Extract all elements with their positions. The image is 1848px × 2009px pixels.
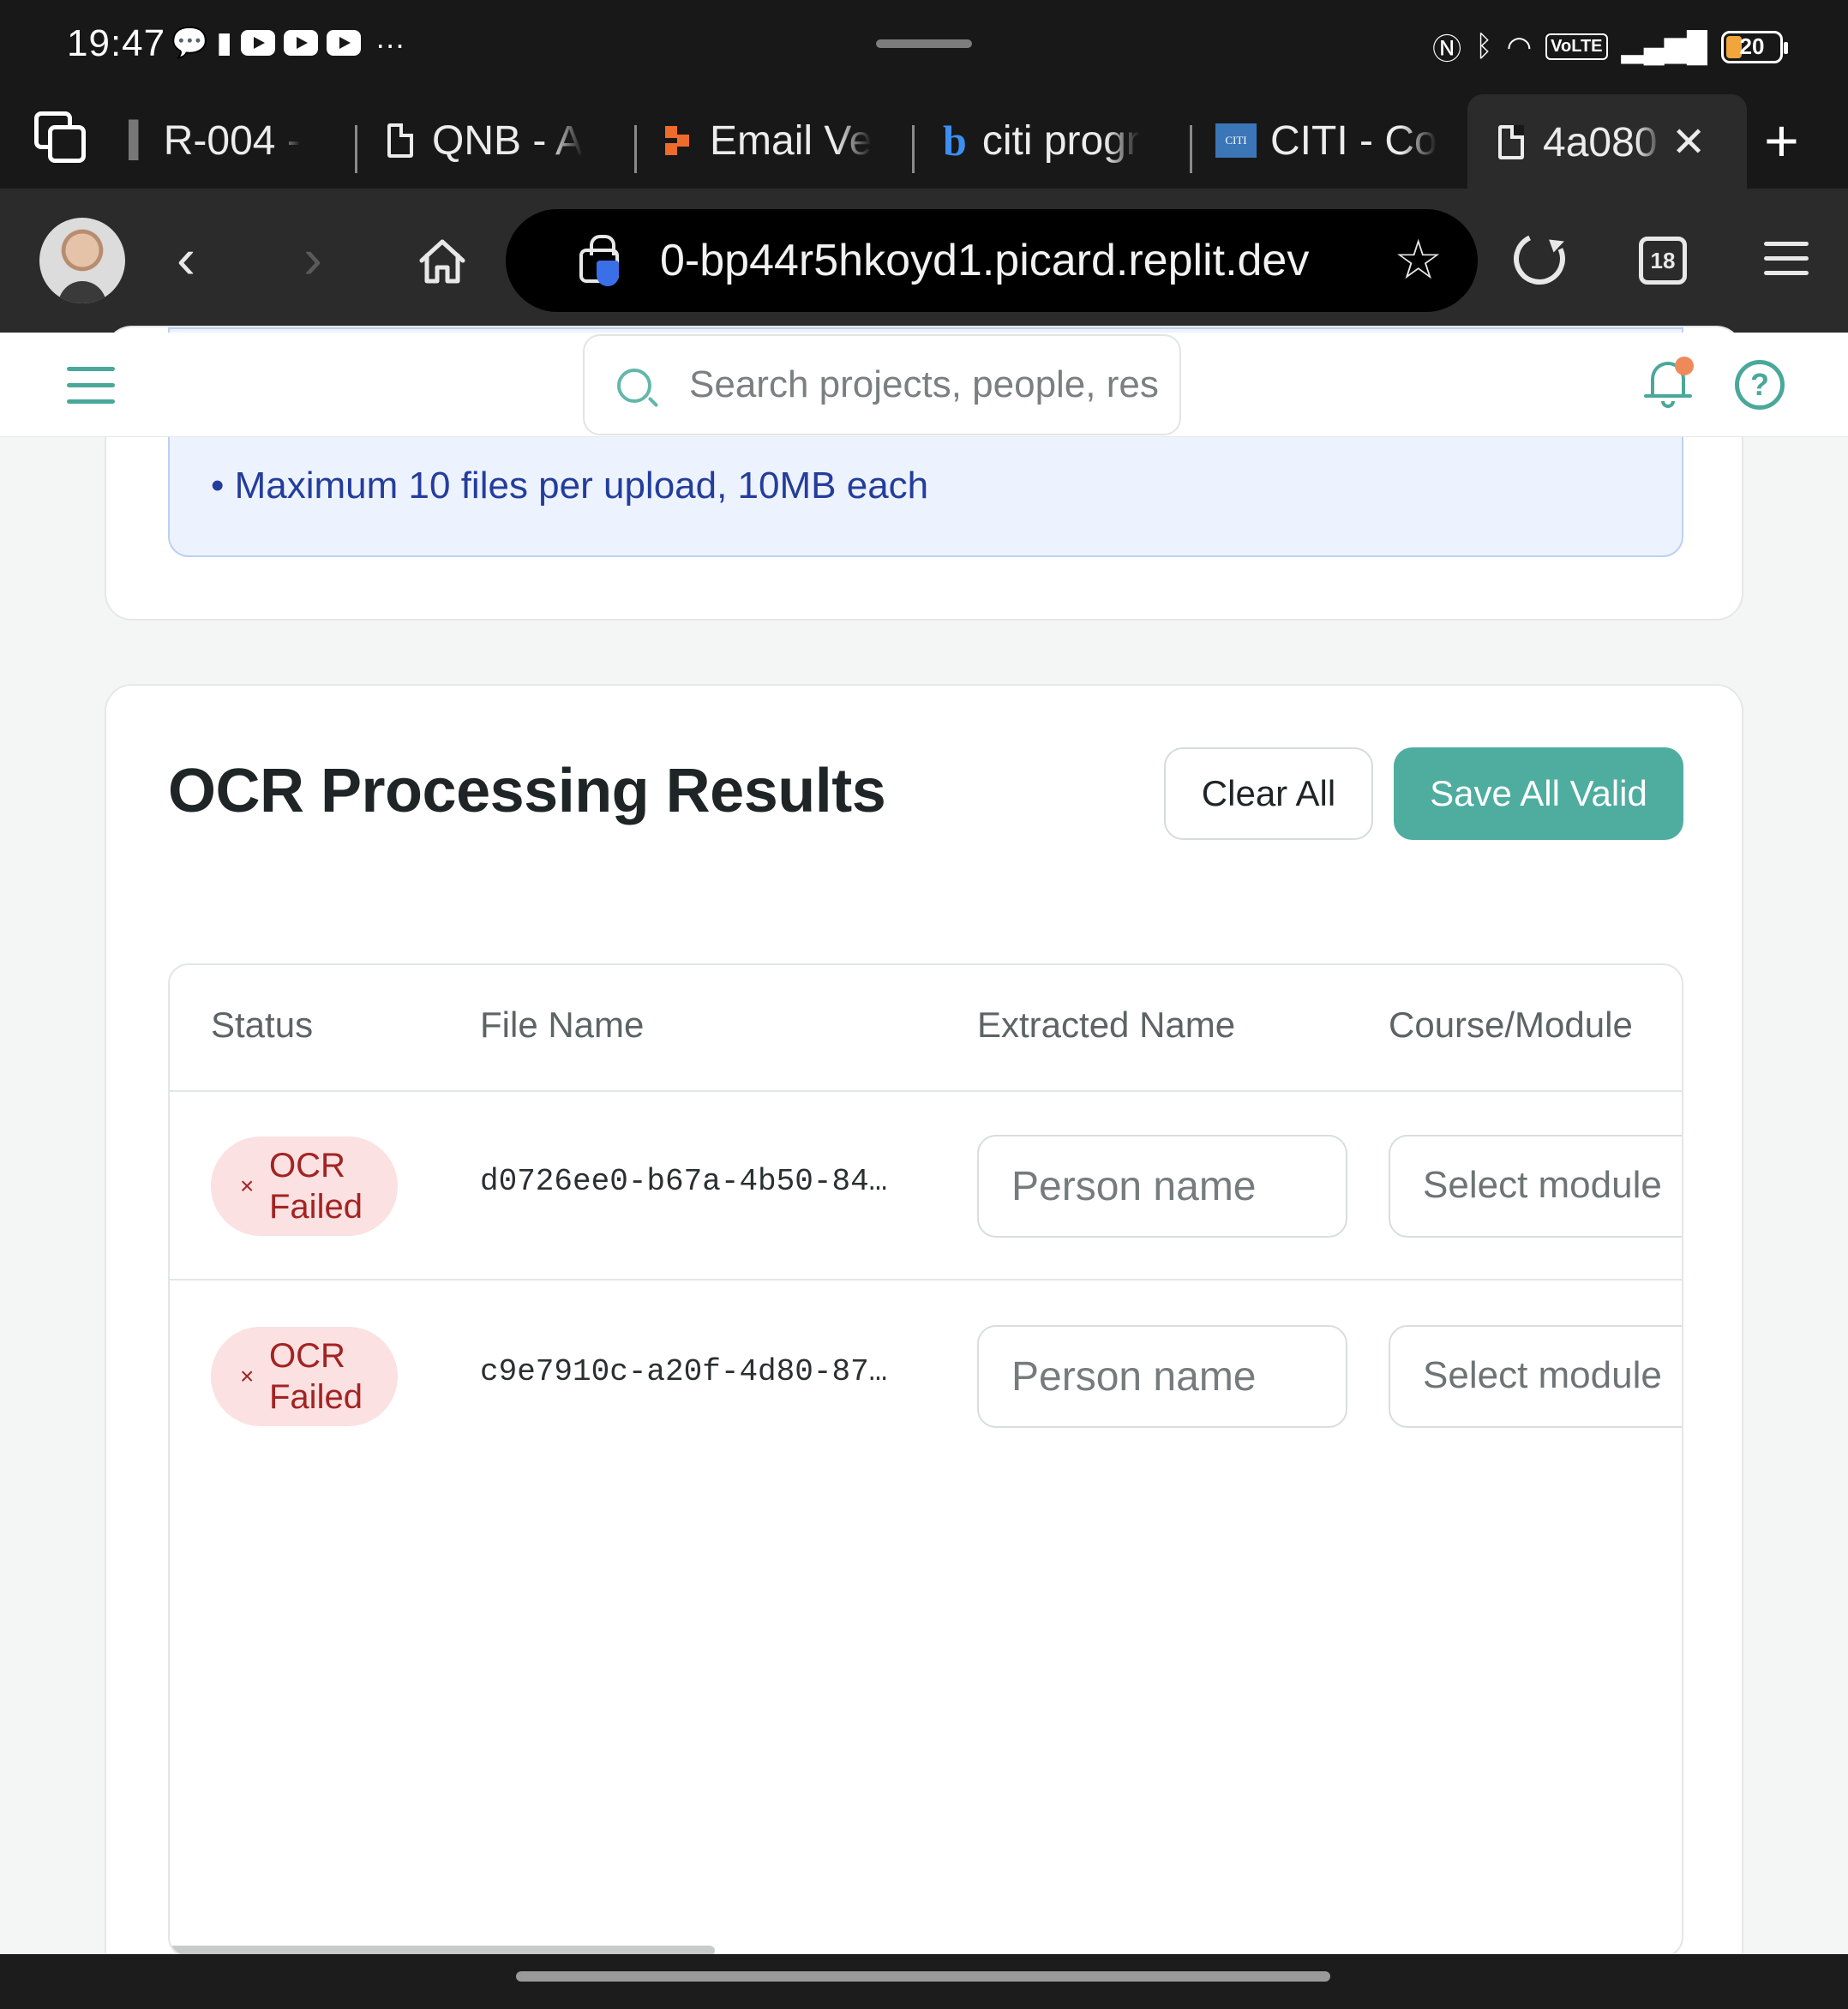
tab-current[interactable]: 4a080 ✕: [1498, 111, 1747, 173]
status-text: OCR Failed: [269, 1335, 363, 1418]
star-icon[interactable]: ☆: [1394, 228, 1443, 292]
tab-divider: [634, 125, 637, 173]
email-icon: [665, 126, 691, 155]
module-select[interactable]: Select module: [1389, 1325, 1682, 1428]
person-name-input[interactable]: [977, 1135, 1347, 1238]
battery-icon: 20: [1721, 30, 1788, 63]
close-icon[interactable]: ✕: [1671, 118, 1706, 166]
wifi-icon: ◠: [1506, 30, 1533, 63]
browser-toolbar: ‹ › 0-bp44r5hkoyd1.picard.replit.dev ☆ 1…: [0, 189, 1848, 333]
page-icon: [387, 123, 413, 158]
upload-limit-text: • Maximum 10 files per upload, 10MB each: [211, 465, 929, 507]
new-tab-button[interactable]: +: [1764, 108, 1799, 173]
page-icon: [1498, 125, 1524, 159]
status-bar: 19:47 💬 ▮ … Ⓝ ᛒ ◠ VoLTE ▂▄▆█ 20: [0, 0, 1848, 93]
column-header-status: Status: [211, 1004, 314, 1045]
module-select-placeholder: Select module: [1423, 1354, 1662, 1396]
generic-icon: ▍: [129, 122, 155, 159]
person-name-input[interactable]: [977, 1325, 1347, 1428]
home-gesture-handle[interactable]: [516, 1971, 1330, 1982]
file-name: c9e7910c-a20f-4d80-87…: [480, 1354, 888, 1389]
url-text[interactable]: 0-bp44r5hkoyd1.picard.replit.dev: [660, 235, 1309, 286]
status-badge: × OCR Failed: [211, 1136, 398, 1236]
citi-icon: CITI: [1215, 123, 1257, 158]
back-icon[interactable]: ‹: [177, 230, 195, 286]
error-icon: ×: [240, 1363, 255, 1389]
gesture-bar: [0, 1954, 1848, 2009]
column-header-extracted-name: Extracted Name: [977, 1004, 1236, 1045]
tab-citi[interactable]: CITI CITI - Co: [1215, 110, 1447, 171]
module-select[interactable]: Select module: [1389, 1135, 1682, 1238]
chat-bubble-icon: 💬: [171, 27, 208, 59]
results-table[interactable]: Status File Name Extracted Name Course/M…: [168, 963, 1683, 1958]
youtube-icon: [284, 30, 319, 56]
forward-icon[interactable]: ›: [303, 230, 322, 286]
table-row: × OCR Failed c9e7910c-a20f-4d80-87… Sele…: [170, 1282, 1682, 1471]
battery-level: 20: [1739, 33, 1765, 59]
tab-qnb[interactable]: QNB - A: [387, 110, 610, 171]
tab-label: R-004 -: [163, 117, 301, 164]
address-bar[interactable]: 0-bp44r5hkoyd1.picard.replit.dev ☆: [506, 209, 1478, 312]
nfc-icon: Ⓝ: [1432, 33, 1462, 66]
tab-label: Email Ve: [710, 117, 873, 164]
notification-bell-icon[interactable]: [1644, 357, 1695, 411]
table-row: × OCR Failed d0726ee0-b67a-4b50-84… Sele…: [170, 1092, 1682, 1280]
help-icon[interactable]: ?: [1735, 360, 1785, 410]
tab-label: citi progr: [981, 117, 1140, 164]
app-header: Search projects, people, res ?: [0, 333, 1848, 437]
status-text: OCR Failed: [269, 1145, 363, 1227]
column-header-course-module: Course/Module: [1389, 1004, 1633, 1045]
lock-icon[interactable]: [579, 235, 621, 286]
tab-count-button[interactable]: 18: [1639, 237, 1687, 285]
tab-r004[interactable]: ▍ R-004 -: [129, 110, 334, 171]
more-icon: …: [375, 20, 406, 55]
volte-icon: VoLTE: [1545, 33, 1608, 60]
youtube-icon: [241, 30, 276, 56]
tab-citi-search[interactable]: b citi progr: [943, 110, 1167, 171]
tab-email[interactable]: Email Ve: [665, 110, 888, 171]
hamburger-menu-icon[interactable]: [67, 367, 117, 405]
ocr-results-card: OCR Processing Results Clear All Save Al…: [105, 684, 1743, 2009]
tab-label: QNB - A: [432, 117, 584, 164]
status-line: Failed: [269, 1188, 363, 1226]
alert-icon: ▮: [216, 27, 233, 59]
table-header: Status File Name Extracted Name Course/M…: [170, 965, 1682, 1092]
search-icon: [617, 369, 651, 403]
search-input[interactable]: Search projects, people, res: [583, 334, 1181, 435]
signal-icon: ▂▄▆█: [1621, 30, 1707, 63]
search-placeholder[interactable]: Search projects, people, res: [689, 363, 1161, 406]
module-select-placeholder: Select module: [1423, 1164, 1662, 1206]
window-handle[interactable]: [876, 39, 972, 48]
bluetooth-icon: ᛒ: [1475, 30, 1493, 63]
tab-label: 4a080: [1543, 119, 1658, 165]
save-all-valid-button[interactable]: Save All Valid: [1394, 747, 1683, 840]
status-line: Failed: [269, 1378, 363, 1416]
bing-icon: b: [943, 117, 967, 165]
tab-active[interactable]: 4a080 ✕: [1467, 94, 1747, 190]
status-badge: × OCR Failed: [211, 1327, 398, 1426]
avatar[interactable]: [39, 218, 125, 303]
tab-divider: [912, 125, 915, 173]
reload-icon[interactable]: [1506, 225, 1573, 292]
notification-icons: 💬 ▮ …: [171, 20, 405, 60]
clear-all-button[interactable]: Clear All: [1164, 747, 1373, 840]
home-icon[interactable]: [418, 238, 466, 285]
error-icon: ×: [240, 1172, 255, 1199]
menu-icon[interactable]: [1764, 242, 1809, 276]
tab-divider: [1190, 125, 1192, 173]
file-name: d0726ee0-b67a-4b50-84…: [480, 1164, 888, 1199]
status-line: OCR: [269, 1337, 345, 1375]
tab-label: CITI - Co: [1270, 117, 1437, 164]
system-icons: Ⓝ ᛒ ◠ VoLTE ▂▄▆█ 20: [1432, 26, 1788, 68]
tab-divider: [355, 125, 357, 173]
page-title: OCR Processing Results: [168, 757, 886, 825]
status-line: OCR: [269, 1147, 345, 1184]
clock: 19:47: [67, 22, 166, 64]
tab-switcher-icon[interactable]: [34, 111, 91, 168]
column-header-file-name: File Name: [480, 1004, 645, 1045]
youtube-icon: [327, 30, 362, 56]
notification-dot: [1675, 357, 1694, 375]
